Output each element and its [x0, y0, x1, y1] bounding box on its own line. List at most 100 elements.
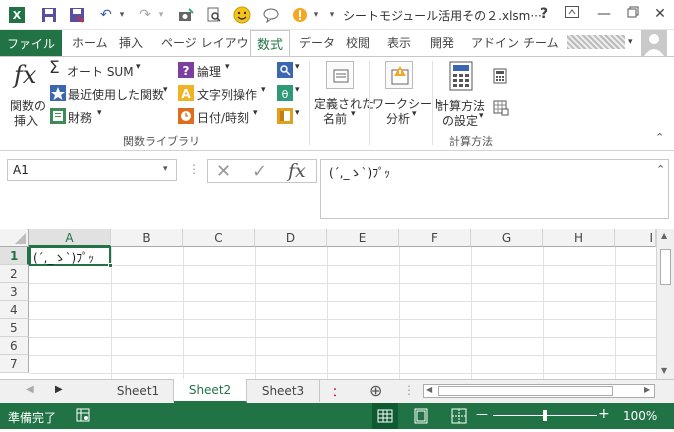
scroll-up-icon[interactable]: ▲ [661, 231, 667, 240]
text-functions-button[interactable]: 文字列操作 [197, 86, 257, 103]
restore-icon[interactable] [624, 6, 642, 24]
select-all-corner[interactable] [0, 229, 29, 247]
sheet-tab-sheet3[interactable]: Sheet3 [247, 380, 320, 402]
collapse-ribbon-icon[interactable]: ⌃ [655, 131, 664, 144]
lookup-dropdown-icon[interactable]: ▾ [295, 62, 300, 72]
financial-dropdown-icon[interactable]: ▾ [97, 108, 102, 118]
formula-auditing-icon[interactable] [385, 61, 413, 89]
column-header-i[interactable]: I [615, 229, 656, 247]
column-header-f[interactable]: F [399, 229, 471, 247]
close-button[interactable]: ✕ [651, 6, 669, 24]
scroll-down-icon[interactable]: ▼ [661, 366, 667, 375]
text-dropdown-icon[interactable]: ▾ [261, 85, 266, 95]
smiley-icon[interactable] [233, 6, 251, 24]
name-box[interactable]: A1 ▾ [7, 159, 177, 181]
column-header-a[interactable]: A [29, 229, 111, 247]
tab-review[interactable]: 校閲 [346, 34, 370, 51]
tab-view[interactable]: 表示 [387, 34, 411, 51]
scroll-right-icon[interactable]: ▶ [644, 385, 650, 394]
math-dropdown-icon[interactable]: ▾ [295, 85, 300, 95]
zoom-level[interactable]: 100% [623, 409, 657, 423]
column-header-e[interactable]: E [327, 229, 399, 247]
row-header-4[interactable]: 4 [0, 301, 29, 319]
row-header-5[interactable]: 5 [0, 319, 29, 337]
sigma-icon[interactable]: Σ [49, 58, 60, 78]
customize-qat-icon[interactable]: ▾ [323, 6, 341, 24]
tab-addins[interactable]: アドイン [471, 34, 519, 51]
more-functions-dropdown-icon[interactable]: ▾ [295, 108, 300, 118]
autosum-dropdown-icon[interactable]: ▾ [136, 62, 141, 72]
worksheet-grid[interactable]: A B C D E F G H I 1 2 3 4 5 6 7 (´,_ゝ`)ﾌ… [0, 229, 674, 379]
cancel-icon[interactable]: ✕ [216, 161, 231, 182]
calculate-sheet-icon[interactable] [493, 100, 509, 119]
star-icon[interactable] [50, 85, 66, 101]
recent-functions-button[interactable]: 最近使用した関数 [68, 86, 164, 103]
row-header-2[interactable]: 2 [0, 265, 29, 283]
column-header-c[interactable]: C [183, 229, 255, 247]
enter-icon[interactable]: ✓ [252, 161, 267, 182]
macro-record-icon[interactable] [76, 408, 90, 425]
save-as-icon[interactable] [68, 6, 86, 24]
lookup-icon[interactable] [277, 62, 293, 78]
undo-dropdown-icon[interactable]: ▾ [113, 6, 131, 24]
horizontal-scroll-thumb[interactable] [438, 386, 613, 396]
tab-page-layout[interactable]: ページ レイアウト [161, 34, 261, 51]
calculator-icon[interactable] [449, 61, 473, 94]
vertical-scrollbar[interactable]: ▲ ▼ [656, 229, 674, 379]
tab-developer[interactable]: 開発 [430, 34, 454, 51]
minimize-button[interactable]: — [595, 6, 613, 24]
calc-options-dropdown-icon[interactable]: ▾ [479, 111, 484, 121]
normal-view-icon[interactable] [372, 403, 398, 429]
ribbon-display-options-icon[interactable] [563, 6, 581, 24]
scroll-left-icon[interactable]: ◀ [426, 385, 432, 394]
tab-formulas[interactable]: 数式 [250, 30, 290, 56]
clock-icon[interactable] [178, 108, 194, 124]
save-icon[interactable] [40, 6, 58, 24]
calc-options-label-2[interactable]: の設定 [442, 112, 478, 129]
defined-names-label-2[interactable]: 名前 [323, 110, 347, 127]
magnifier-icon[interactable] [205, 6, 223, 24]
autosum-button[interactable]: オート SUM [67, 63, 134, 80]
column-header-d[interactable]: D [255, 229, 327, 247]
insert-function-label-2[interactable]: 挿入 [14, 112, 38, 129]
row-header-7[interactable]: 7 [0, 355, 29, 373]
page-layout-view-icon[interactable] [413, 408, 429, 427]
row-header-3[interactable]: 3 [0, 283, 29, 301]
fill-handle[interactable] [108, 263, 113, 268]
fx-icon[interactable]: fx [14, 61, 36, 89]
tab-home[interactable]: ホーム [72, 34, 108, 51]
worksheet-analysis-dropdown-icon[interactable]: ▾ [412, 109, 417, 119]
sheet-tab-sheet2[interactable]: Sheet2 [174, 379, 247, 403]
text-icon[interactable]: A [178, 85, 194, 101]
more-functions-icon[interactable] [277, 108, 293, 124]
tab-team[interactable]: チーム [523, 34, 559, 51]
new-sheet-button[interactable]: ⊕ [369, 381, 382, 400]
financial-button[interactable]: 財務 [68, 109, 92, 126]
tab-file[interactable]: ファイル [0, 30, 62, 56]
user-name[interactable] [567, 35, 625, 49]
sheet-tab-sheet1[interactable]: Sheet1 [103, 380, 174, 402]
defined-names-dropdown-icon[interactable]: ▾ [351, 109, 356, 119]
help-button[interactable]: ? [535, 6, 553, 24]
formula-input[interactable]: (´,_ゝ`)ﾌﾟｯ ⌃ [320, 159, 669, 219]
horizontal-scrollbar[interactable]: ◀ ▶ [423, 384, 655, 398]
math-icon[interactable]: θ [277, 85, 293, 101]
tab-split-grip-icon[interactable]: ⋮ [403, 383, 415, 397]
column-header-g[interactable]: G [471, 229, 543, 247]
worksheet-analysis-label-2[interactable]: 分析 [386, 110, 410, 127]
tab-insert[interactable]: 挿入 [119, 34, 143, 51]
calculate-now-icon[interactable] [493, 68, 507, 87]
row-header-6[interactable]: 6 [0, 337, 29, 355]
zoom-out-button[interactable]: — [476, 407, 488, 421]
financial-icon[interactable] [50, 108, 66, 124]
zoom-slider-thumb[interactable] [543, 410, 547, 421]
camera-icon[interactable] [177, 6, 195, 24]
column-header-h[interactable]: H [543, 229, 615, 247]
recent-dropdown-icon[interactable]: ▾ [163, 85, 168, 95]
avatar[interactable] [641, 30, 667, 56]
page-break-view-icon[interactable] [451, 408, 467, 427]
insert-function-icon[interactable]: fx [288, 160, 306, 182]
row-header-1[interactable]: 1 [0, 247, 29, 265]
comment-icon[interactable] [262, 6, 280, 24]
zoom-in-button[interactable]: + [598, 406, 610, 422]
